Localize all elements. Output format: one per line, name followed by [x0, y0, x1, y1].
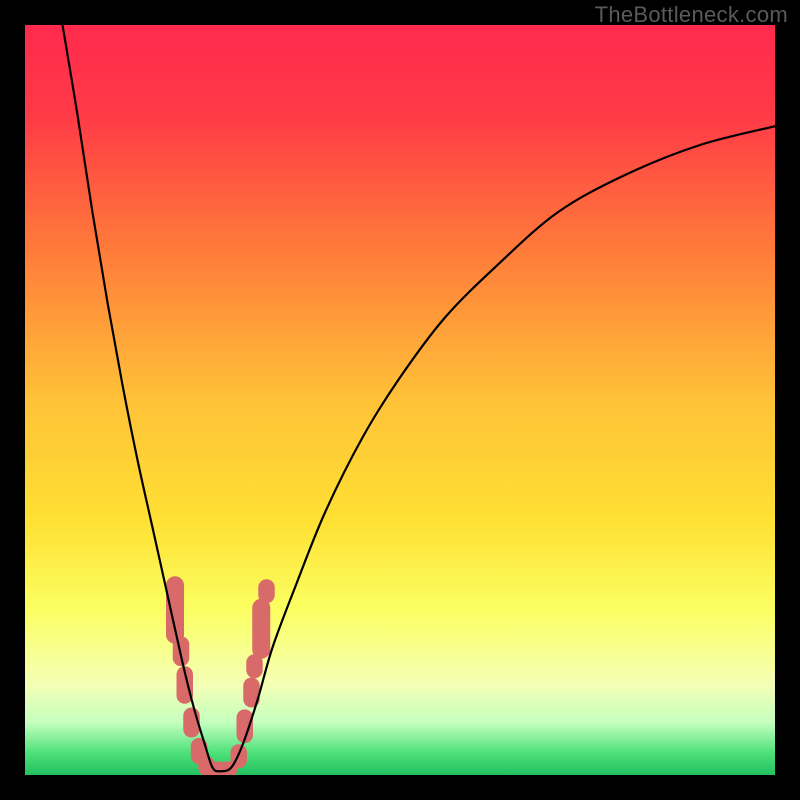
range-marker: [252, 599, 270, 659]
watermark-text: TheBottleneck.com: [595, 2, 788, 28]
range-markers-group: [166, 576, 275, 775]
range-marker: [258, 579, 275, 603]
chart-stage: TheBottleneck.com: [0, 0, 800, 800]
plot-area: [25, 25, 775, 775]
bottleneck-curve: [63, 25, 776, 771]
curve-layer: [25, 25, 775, 775]
